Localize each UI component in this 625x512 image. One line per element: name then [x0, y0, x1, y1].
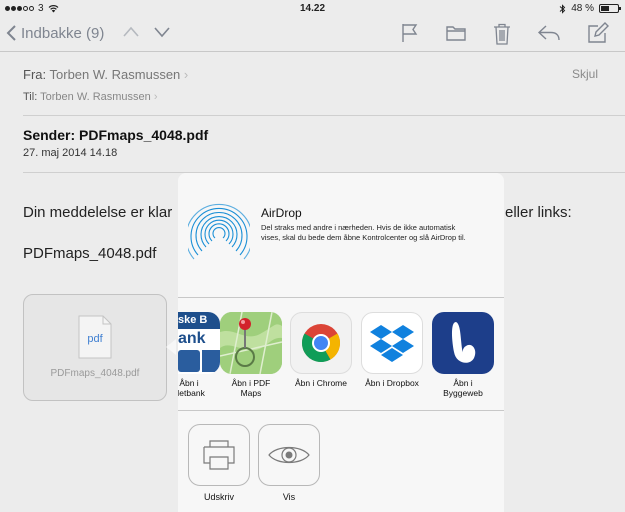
- compose-icon[interactable]: [587, 22, 609, 44]
- chevron-left-icon: [6, 25, 16, 41]
- to-row[interactable]: Til: Torben W. Rasmussen ›: [23, 91, 158, 103]
- airdrop-description: Del straks med andre i nærheden. Hvis de…: [261, 223, 466, 242]
- flag-icon[interactable]: [401, 22, 419, 44]
- mail-toolbar: Indbakke (9): [0, 16, 625, 52]
- divider: [23, 115, 625, 116]
- byggeweb-icon: [432, 312, 494, 374]
- trash-icon[interactable]: [492, 22, 512, 46]
- app-open-in-pdf-maps[interactable]: Åbn i PDF Maps: [220, 312, 282, 398]
- app-label: Åbn i PDF Maps: [231, 378, 271, 398]
- clock: 14.22: [299, 3, 326, 14]
- back-button-label: Indbakke (9): [21, 24, 105, 42]
- battery-icon: [599, 4, 621, 13]
- dropbox-icon: [361, 312, 423, 374]
- app-label: Åbn i Dropbox: [365, 378, 419, 388]
- pdf-badge: pdf: [87, 333, 103, 345]
- mail-date: 27. maj 2014 14.18: [23, 147, 118, 159]
- back-button[interactable]: Indbakke (9): [6, 24, 104, 42]
- netbank-icon: ske B ank: [178, 312, 220, 374]
- attachment-filename: PDFmaps_4048.pdf: [50, 368, 140, 379]
- from-label: Fra:: [23, 67, 47, 82]
- mail-body-text-right: eller links:: [505, 204, 572, 221]
- eye-icon: [258, 424, 320, 486]
- app-label: Åbn i Chrome: [295, 378, 347, 388]
- reply-icon[interactable]: [537, 22, 561, 44]
- divider: [178, 410, 504, 411]
- app-open-in-dropbox[interactable]: Åbn i Dropbox: [361, 312, 423, 388]
- mail-body-filename: PDFmaps_4048.pdf: [23, 245, 157, 262]
- chevron-right-icon: ›: [153, 91, 158, 103]
- pdf-attachment[interactable]: pdf PDFmaps_4048.pdf: [23, 294, 167, 401]
- action-print[interactable]: Udskriv: [188, 424, 250, 502]
- hide-details-link[interactable]: Skjul: [572, 67, 598, 81]
- chrome-icon: [290, 312, 352, 374]
- status-right: 48 %: [559, 3, 621, 14]
- popover-arrow: [166, 339, 176, 355]
- bluetooth-icon: [559, 3, 566, 14]
- status-bar: 3 14.22 48 %: [0, 0, 625, 16]
- airdrop-icon[interactable]: [188, 199, 250, 261]
- to-label: Til:: [23, 91, 38, 103]
- divider: [178, 297, 504, 298]
- chevron-up-icon[interactable]: [122, 25, 140, 39]
- print-icon: [188, 424, 250, 486]
- pdf-maps-icon: [220, 312, 282, 374]
- from-row[interactable]: Fra: Torben W. Rasmussen ›: [23, 67, 188, 82]
- folder-icon[interactable]: [445, 22, 467, 44]
- app-open-in-byggeweb[interactable]: Åbn i Byggeweb: [432, 312, 494, 398]
- app-open-in-chrome[interactable]: Åbn i Chrome: [290, 312, 352, 388]
- battery-percent: 48 %: [571, 3, 594, 14]
- share-sheet: AirDrop Del straks med andre i nærheden.…: [178, 173, 504, 512]
- mail-body-text: Din meddelelse er klar: [23, 204, 173, 221]
- airdrop-title: AirDrop: [261, 206, 302, 220]
- pdf-document-icon: pdf: [78, 315, 112, 359]
- from-name[interactable]: Torben W. Rasmussen: [50, 67, 181, 82]
- action-label: Vis: [282, 492, 296, 502]
- chevron-right-icon: ›: [183, 67, 189, 82]
- app-label: Åbn iNetbank: [178, 378, 205, 398]
- to-name[interactable]: Torben W. Rasmussen: [40, 91, 151, 103]
- chevron-down-icon[interactable]: [153, 25, 171, 39]
- mail-subject: Sender: PDFmaps_4048.pdf: [23, 127, 209, 143]
- app-label: Åbn i Byggeweb: [443, 378, 483, 398]
- action-label: Udskriv: [203, 492, 234, 502]
- app-open-in-netbank[interactable]: ske B ank Åbn iNetbank: [178, 312, 220, 398]
- action-view[interactable]: Vis: [258, 424, 320, 502]
